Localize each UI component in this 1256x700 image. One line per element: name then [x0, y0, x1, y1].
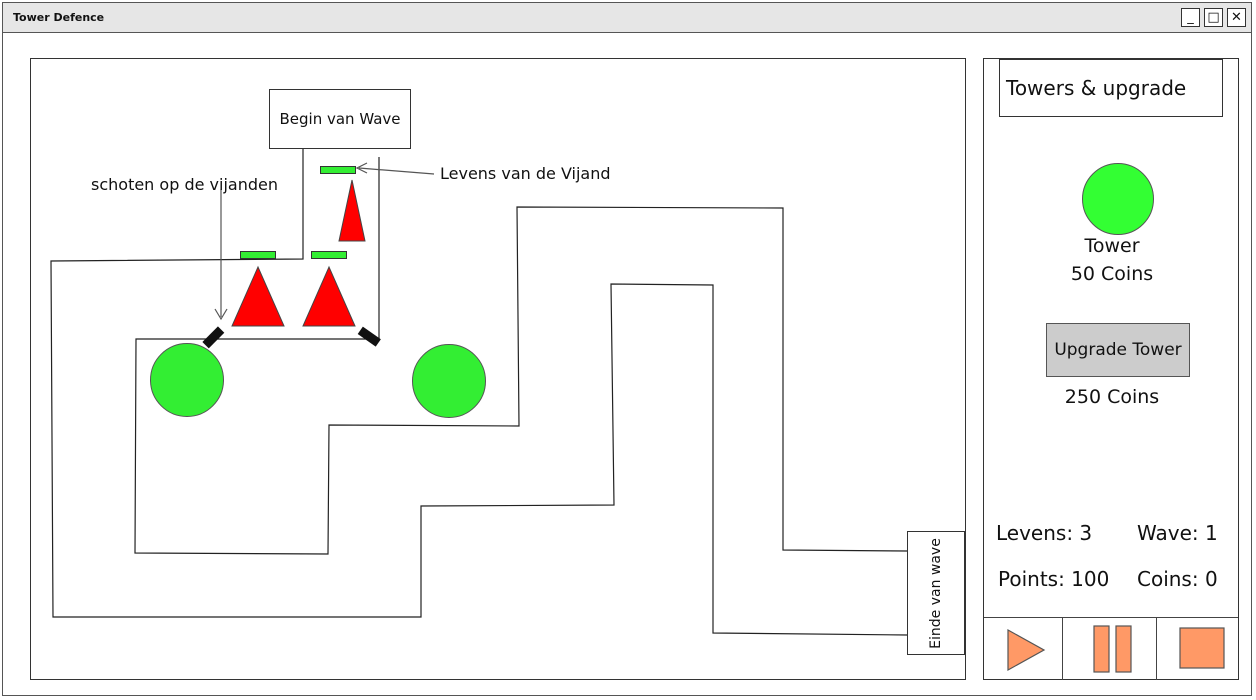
upgrade-tower-button[interactable]: Upgrade Tower [1046, 323, 1190, 377]
game-map[interactable]: Begin van Wave Einde van wave schoten op… [30, 58, 966, 680]
enemy-health-bar [311, 251, 347, 259]
wave-counter: Wave: 1 [1137, 521, 1218, 545]
tower-cost: 50 Coins [1070, 263, 1154, 285]
minimize-icon[interactable]: _ [1181, 8, 1200, 27]
pause-icon[interactable] [1092, 624, 1138, 686]
lives-counter: Levens: 3 [996, 521, 1093, 545]
enemy-health-bar [240, 251, 276, 259]
placed-tower[interactable] [150, 343, 224, 417]
towers-panel: Towers & upgrade Tower 50 Coins Upgrade … [983, 58, 1239, 680]
upgrade-cost: 250 Coins [1064, 386, 1160, 408]
play-icon[interactable] [1002, 628, 1052, 690]
shot-1 [202, 326, 225, 349]
enemy-1 [338, 179, 366, 242]
close-icon[interactable]: ✕ [1227, 8, 1246, 27]
stop-icon[interactable] [1178, 626, 1226, 688]
title-bar: Tower Defence _ □ ✕ [3, 3, 1251, 33]
enemy-health-bar [320, 166, 356, 174]
health-annotation: Levens van de Vijand [440, 164, 611, 183]
wave-end-label: Einde van wave [907, 531, 965, 655]
tower-label: Tower [1084, 235, 1140, 257]
enemy-2 [231, 265, 285, 327]
divider [1156, 618, 1157, 680]
shots-annotation: schoten op de vijanden [91, 175, 278, 194]
panel-title: Towers & upgrade [999, 59, 1223, 117]
placed-tower[interactable] [412, 344, 486, 418]
playback-controls [984, 617, 1238, 680]
tower-select-icon[interactable] [1082, 163, 1154, 235]
coins-counter: Coins: 0 [1137, 567, 1218, 591]
maximize-icon[interactable]: □ [1204, 8, 1223, 27]
wave-start-label: Begin van Wave [269, 89, 411, 149]
divider [1062, 618, 1063, 680]
points-counter: Points: 100 [998, 567, 1110, 591]
window-title: Tower Defence [13, 11, 105, 24]
shot-2 [357, 326, 381, 347]
health-arrow [358, 167, 435, 175]
enemy-3 [302, 265, 356, 327]
